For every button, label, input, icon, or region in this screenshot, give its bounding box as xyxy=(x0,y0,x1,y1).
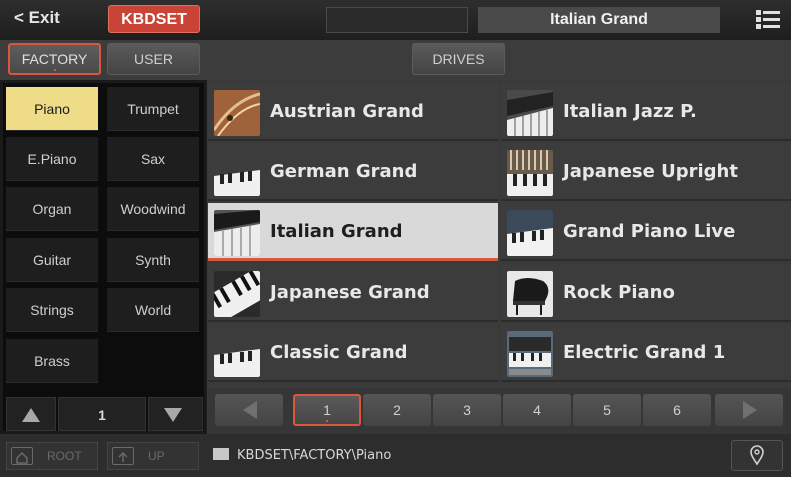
sound-item-italian-grand[interactable]: Italian Grand xyxy=(208,203,498,261)
up-folder-icon xyxy=(112,447,134,465)
piano-keys-thumb-icon xyxy=(214,331,260,377)
piano-keys-thumb-icon xyxy=(214,210,260,256)
sound-item-classic-grand[interactable]: Classic Grand xyxy=(208,324,498,382)
category-world[interactable]: World xyxy=(107,288,199,332)
piano-keys-thumb-icon xyxy=(214,271,260,317)
sound-item-austrian-grand[interactable]: Austrian Grand xyxy=(208,83,498,141)
current-path-text: KBDSET\FACTORY\Piano xyxy=(237,448,392,463)
page-button-6[interactable]: 6 xyxy=(643,394,711,426)
piano-strings-thumb-icon xyxy=(214,90,260,136)
page-button-4[interactable]: 4 xyxy=(503,394,571,426)
up-button[interactable]: UP xyxy=(107,442,199,470)
page-button-1[interactable]: 1 xyxy=(293,394,361,426)
category-guitar[interactable]: Guitar xyxy=(6,238,98,282)
home-folder-icon xyxy=(11,447,33,465)
location-pin-icon xyxy=(750,445,764,466)
root-button[interactable]: ROOT xyxy=(6,442,98,470)
category-synth[interactable]: Synth xyxy=(107,238,199,282)
source-tab-bar: FACTORY USER DRIVES xyxy=(0,40,791,80)
menu-icon[interactable] xyxy=(756,10,780,29)
sound-item-electric-grand-1[interactable]: Electric Grand 1 xyxy=(501,324,791,382)
sound-item-label: Japanese Grand xyxy=(270,282,430,303)
sound-grid: Austrian Grand Italian Jazz P. German Gr… xyxy=(208,80,791,385)
sound-item-label: Grand Piano Live xyxy=(563,221,736,242)
category-trumpet[interactable]: Trumpet xyxy=(107,87,199,131)
electric-grand-thumb-icon xyxy=(507,331,553,377)
top-bar: < Exit KBDSET Italian Grand xyxy=(0,0,791,41)
page-button-3[interactable]: 3 xyxy=(433,394,501,426)
category-epiano[interactable]: E.Piano xyxy=(6,137,98,181)
upright-hammers-thumb-icon xyxy=(507,150,553,196)
empty-slot-field xyxy=(326,7,468,33)
category-organ[interactable]: Organ xyxy=(6,187,98,231)
sound-item-japanese-upright[interactable]: Japanese Upright xyxy=(501,143,791,201)
arrow-right-icon xyxy=(743,401,757,419)
menu-icon-line xyxy=(756,17,780,22)
tab-drives[interactable]: DRIVES xyxy=(412,43,505,75)
piano-keys-thumb-icon xyxy=(507,210,553,256)
category-panel: Piano Trumpet E.Piano Sax Organ Woodwind… xyxy=(0,80,207,434)
arrow-left-icon xyxy=(243,401,257,419)
folder-icon xyxy=(213,448,229,460)
tab-factory[interactable]: FACTORY xyxy=(8,43,101,75)
category-piano[interactable]: Piano xyxy=(6,87,98,131)
page-prev-button[interactable] xyxy=(215,394,283,426)
location-pin-button[interactable] xyxy=(731,440,783,471)
sound-item-label: Austrian Grand xyxy=(270,101,424,122)
arrow-down-icon xyxy=(164,408,182,422)
category-next-button[interactable] xyxy=(148,397,203,431)
sound-item-label: Japanese Upright xyxy=(563,161,738,182)
piano-keys-thumb-icon xyxy=(507,90,553,136)
sound-item-italian-jazz-p[interactable]: Italian Jazz P. xyxy=(501,83,791,141)
grand-piano-silhouette-thumb-icon xyxy=(507,271,553,317)
category-prev-button[interactable] xyxy=(6,397,56,431)
page-next-button[interactable] xyxy=(715,394,783,426)
sound-item-japanese-grand[interactable]: Japanese Grand xyxy=(208,264,498,322)
sound-item-rock-piano[interactable]: Rock Piano xyxy=(501,264,791,322)
current-sound-title: Italian Grand xyxy=(478,7,720,33)
category-page-number: 1 xyxy=(58,397,146,431)
kbdset-mode-badge[interactable]: KBDSET xyxy=(108,5,200,33)
sound-item-grand-piano-live[interactable]: Grand Piano Live xyxy=(501,203,791,261)
category-strings[interactable]: Strings xyxy=(6,288,98,332)
sound-item-label: German Grand xyxy=(270,161,418,182)
category-page-nav: 1 xyxy=(6,397,203,433)
current-path: KBDSET\FACTORY\Piano xyxy=(213,443,391,469)
page-button-2[interactable]: 2 xyxy=(363,394,431,426)
category-brass[interactable]: Brass xyxy=(6,339,98,383)
menu-icon-line xyxy=(756,24,780,29)
category-sax[interactable]: Sax xyxy=(107,137,199,181)
sound-item-german-grand[interactable]: German Grand xyxy=(208,143,498,201)
page-button-5[interactable]: 5 xyxy=(573,394,641,426)
status-bar: ROOT UP KBDSET\FACTORY\Piano xyxy=(0,434,791,477)
category-woodwind[interactable]: Woodwind xyxy=(107,187,199,231)
menu-icon-line xyxy=(756,10,780,15)
sound-item-label: Classic Grand xyxy=(270,342,408,363)
up-label: UP xyxy=(148,449,165,463)
sound-item-label: Rock Piano xyxy=(563,282,675,303)
arrow-up-icon xyxy=(22,408,40,422)
piano-keys-thumb-icon xyxy=(214,150,260,196)
exit-button[interactable]: < Exit xyxy=(14,8,60,28)
sound-item-label: Electric Grand 1 xyxy=(563,342,726,363)
tab-user[interactable]: USER xyxy=(107,43,200,75)
sound-item-label: Italian Jazz P. xyxy=(563,101,697,122)
root-label: ROOT xyxy=(47,449,82,463)
sound-item-label: Italian Grand xyxy=(270,221,403,242)
sound-page-selector: 1 2 3 4 5 6 xyxy=(208,388,791,434)
